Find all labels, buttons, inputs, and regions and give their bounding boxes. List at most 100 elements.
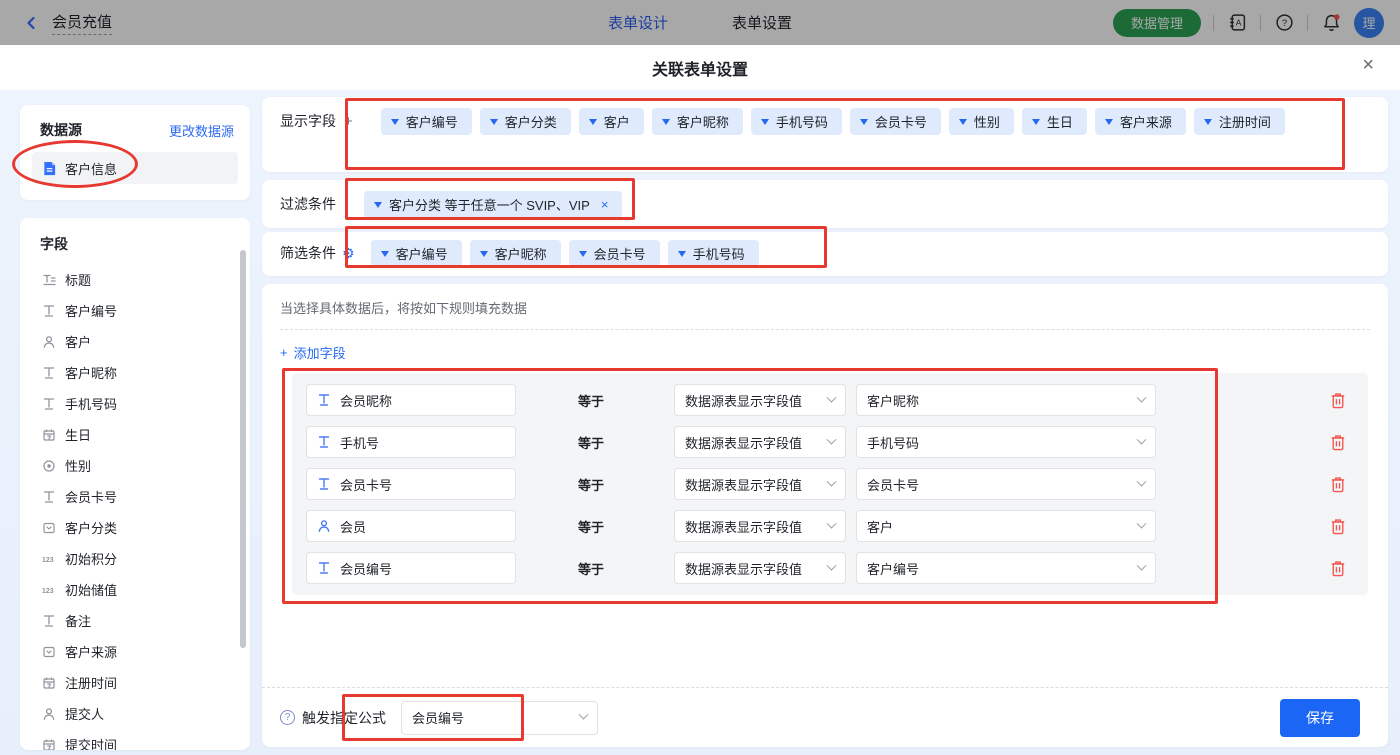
display-field-tag[interactable]: 性别: [949, 108, 1014, 135]
display-field-tag[interactable]: 客户来源: [1095, 108, 1186, 135]
rule-target-field[interactable]: 会员卡号: [306, 468, 516, 500]
field-item-label: 手机号码: [65, 394, 117, 413]
chevron-down-icon: [1137, 434, 1147, 444]
display-field-tag[interactable]: 注册时间: [1194, 108, 1285, 135]
field-item-select[interactable]: 客户来源: [20, 636, 250, 667]
field-item-label: 初始积分: [65, 549, 117, 568]
display-field-tag[interactable]: 会员卡号: [850, 108, 941, 135]
text-field-icon: [42, 490, 56, 504]
add-display-field-button[interactable]: +: [344, 108, 353, 135]
display-field-tag[interactable]: 手机号码: [751, 108, 842, 135]
add-field-button[interactable]: + 添加字段: [280, 343, 346, 362]
field-item-date[interactable]: 注册时间: [20, 667, 250, 698]
field-item-user[interactable]: 提交人: [20, 698, 250, 729]
svg-text:123: 123: [42, 557, 54, 564]
rule-row: 手机号 等于 数据源表显示字段值 手机号码: [306, 421, 1354, 463]
delete-rule-button[interactable]: [1330, 560, 1346, 577]
fields-scrollbar[interactable]: [240, 250, 246, 648]
field-item-label: 标题: [65, 270, 91, 289]
text-field-icon: [317, 477, 331, 491]
source-type-select[interactable]: 数据源表显示字段值: [674, 426, 846, 458]
rule-target-field[interactable]: 会员编号: [306, 552, 516, 584]
display-field-tag[interactable]: 客户分类: [480, 108, 571, 135]
text-field-icon: [42, 366, 56, 380]
rule-target-field[interactable]: 会员昵称: [306, 384, 516, 416]
modal-title: 关联表单设置: [652, 56, 748, 80]
field-item-radio[interactable]: 性别: [20, 450, 250, 481]
field-item-label: 备注: [65, 611, 91, 630]
change-datasource-link[interactable]: 更改数据源: [169, 121, 234, 140]
caret-down-icon: [662, 119, 670, 125]
text-field-icon: [42, 397, 56, 411]
help-circle-icon[interactable]: ?: [280, 710, 295, 725]
field-item-number[interactable]: 123 初始储值: [20, 574, 250, 605]
display-field-tag[interactable]: 客户编号: [381, 108, 472, 135]
chevron-down-icon: [827, 560, 837, 570]
field-item-date[interactable]: 生日: [20, 419, 250, 450]
chevron-down-icon: [827, 434, 837, 444]
filter-condition-tag[interactable]: 客户分类 等于任意一个 SVIP、VIP ×: [364, 191, 622, 218]
delete-rule-button[interactable]: [1330, 476, 1346, 493]
gear-icon[interactable]: ⚙: [342, 240, 355, 267]
datasource-item[interactable]: 客户信息: [32, 152, 238, 184]
display-field-tag[interactable]: 客户: [579, 108, 644, 135]
fill-rules-panel: 当选择具体数据后，将按如下规则填充数据 + 添加字段 会员昵称 等于 数据源表显…: [262, 284, 1388, 747]
screen-condition-label: 筛选条件 ⚙: [280, 240, 355, 267]
field-item-user[interactable]: 客户: [20, 326, 250, 357]
field-item-select[interactable]: 客户分类: [20, 512, 250, 543]
trash-icon: [1330, 560, 1346, 577]
source-field-select[interactable]: 手机号码: [856, 426, 1156, 458]
caret-down-icon: [1032, 119, 1040, 125]
screen-condition-tag[interactable]: 客户编号: [371, 240, 462, 267]
delete-rule-button[interactable]: [1330, 434, 1346, 451]
caret-down-icon: [678, 251, 686, 257]
source-field-select[interactable]: 会员卡号: [856, 468, 1156, 500]
remove-filter-icon[interactable]: ×: [601, 197, 609, 212]
field-item-text[interactable]: 会员卡号: [20, 481, 250, 512]
field-item-title[interactable]: 标题: [20, 264, 250, 295]
source-field-select[interactable]: 客户编号: [856, 552, 1156, 584]
rule-target-field[interactable]: 手机号: [306, 426, 516, 458]
field-item-text[interactable]: 备注: [20, 605, 250, 636]
rules-list: 会员昵称 等于 数据源表显示字段值 客户昵称 手机号: [292, 373, 1368, 595]
caret-down-icon: [1204, 119, 1212, 125]
equals-label: 等于: [578, 475, 618, 494]
caret-down-icon: [1105, 119, 1113, 125]
source-type-select[interactable]: 数据源表显示字段值: [674, 552, 846, 584]
rule-row: 会员卡号 等于 数据源表显示字段值 会员卡号: [306, 463, 1354, 505]
delete-rule-button[interactable]: [1330, 518, 1346, 535]
field-item-number[interactable]: 123 初始积分: [20, 543, 250, 574]
source-type-select[interactable]: 数据源表显示字段值: [674, 468, 846, 500]
source-type-select[interactable]: 数据源表显示字段值: [674, 384, 846, 416]
caret-down-icon: [480, 251, 488, 257]
source-field-select[interactable]: 客户昵称: [856, 384, 1156, 416]
field-item-text[interactable]: 手机号码: [20, 388, 250, 419]
field-item-label: 客户分类: [65, 518, 117, 537]
rule-row: 会员昵称 等于 数据源表显示字段值 客户昵称: [306, 379, 1354, 421]
source-type-select[interactable]: 数据源表显示字段值: [674, 510, 846, 542]
dropdown-field-icon: [42, 645, 56, 659]
rule-target-field[interactable]: 会员: [306, 510, 516, 542]
display-field-tag[interactable]: 客户昵称: [652, 108, 743, 135]
field-item-label: 初始储值: [65, 580, 117, 599]
screen-condition-panel: 筛选条件 ⚙ 客户编号 客户昵称 会员卡号 手机号码: [262, 232, 1388, 276]
trigger-field-select[interactable]: 会员编号: [401, 701, 598, 735]
text-field-icon: [42, 614, 56, 628]
display-fields-label: 显示字段 +: [280, 108, 353, 135]
user-field-icon: [42, 335, 56, 349]
field-item-text[interactable]: 客户编号: [20, 295, 250, 326]
display-field-tag[interactable]: 生日: [1022, 108, 1087, 135]
save-button[interactable]: 保存: [1280, 699, 1360, 737]
screen-condition-tag[interactable]: 客户昵称: [470, 240, 561, 267]
close-icon[interactable]: ×: [1362, 55, 1374, 75]
field-item-date[interactable]: 提交时间: [20, 729, 250, 750]
text-field-icon: [317, 561, 331, 575]
screen-condition-tag[interactable]: 手机号码: [668, 240, 759, 267]
delete-rule-button[interactable]: [1330, 392, 1346, 409]
user-field-icon: [317, 519, 331, 533]
chevron-down-icon: [579, 710, 589, 720]
field-item-label: 客户: [65, 332, 91, 351]
screen-condition-tag[interactable]: 会员卡号: [569, 240, 660, 267]
source-field-select[interactable]: 客户: [856, 510, 1156, 542]
field-item-text[interactable]: 客户昵称: [20, 357, 250, 388]
